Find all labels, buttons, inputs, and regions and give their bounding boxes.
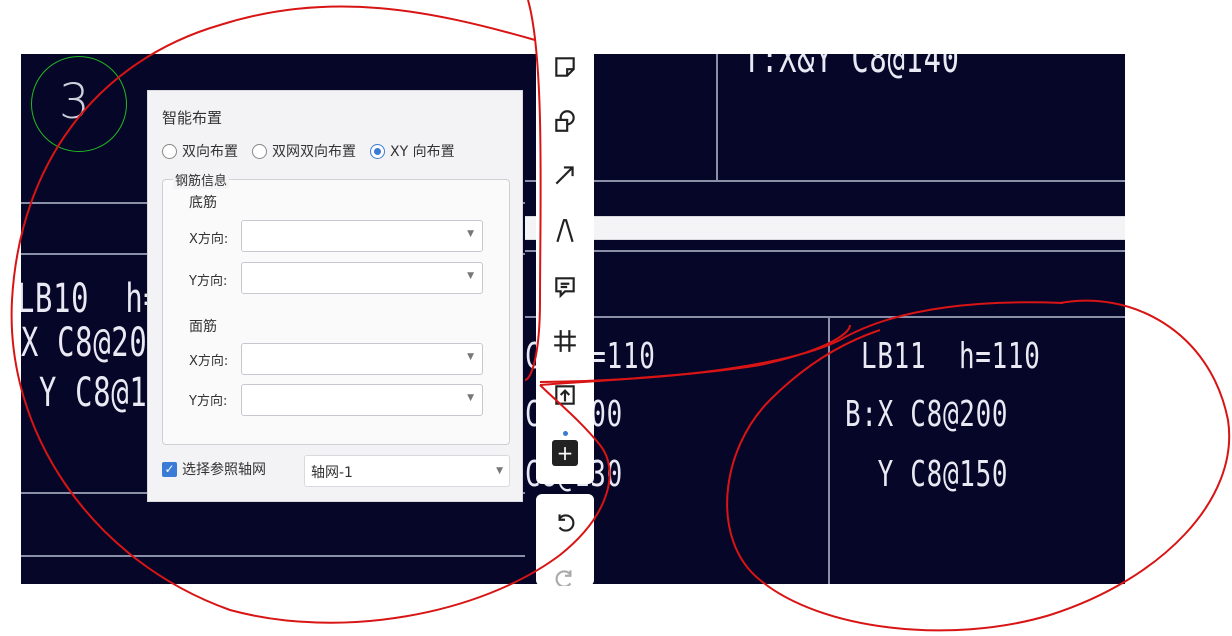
chevron-down-icon: ▼ — [467, 229, 474, 239]
shapes-icon — [555, 110, 575, 132]
checkmark-icon: ✓ — [162, 461, 177, 477]
add-icon: + — [556, 441, 574, 465]
chevron-down-icon: ▼ — [467, 352, 474, 362]
add-tool[interactable]: + — [552, 440, 578, 466]
smart-placement-dialog: 智能布置 双向布置 双网双向布置 XY 向布置 钢筋信息 底筋 X方向: ▼ Y… — [147, 90, 523, 502]
grid-line — [21, 555, 525, 557]
top-x-label: X方向: — [189, 354, 229, 369]
radio-label: 双向布置 — [182, 144, 238, 160]
slab-rebar-y: Y C8@150 — [845, 454, 1009, 495]
slab-rebar-x: X C8@200 — [21, 320, 166, 366]
radio-double-net-two-way[interactable]: 双网双向布置 — [252, 141, 356, 161]
bottom-x-label: X方向: — [189, 232, 229, 247]
undo-icon — [558, 514, 575, 532]
grid-line — [716, 54, 718, 180]
grid-line — [828, 316, 830, 584]
top-y-label: Y方向: — [189, 394, 228, 409]
top-x-select[interactable]: ▼ — [241, 343, 483, 375]
redo-icon — [555, 570, 572, 586]
undo-button[interactable] — [550, 510, 580, 540]
axis-grid-select[interactable]: 轴网-1 ▼ — [304, 455, 510, 487]
bottom-y-label: Y方向: — [189, 274, 228, 289]
arrow-icon — [555, 166, 574, 185]
frame-tool[interactable] — [550, 328, 580, 358]
cad-canvas-right-bottom[interactable]: C h=110 C 200 C8@130 LB11 h=110 B:X C8@2… — [525, 240, 1125, 584]
chevron-down-icon: ▼ — [496, 466, 503, 476]
sticky-note-tool[interactable] — [550, 54, 580, 84]
frame-icon — [554, 330, 576, 352]
redo-button[interactable] — [550, 566, 580, 586]
slab-rebar-x: B:X C8@200 — [845, 394, 1009, 435]
comment-icon — [555, 277, 575, 299]
slab-label: LB11 h=110 — [861, 336, 1041, 377]
bottom-y-select[interactable]: ▼ — [241, 262, 483, 294]
radio-label: 双网双向布置 — [272, 144, 356, 160]
grid-line — [525, 250, 1125, 252]
top-y-select[interactable]: ▼ — [241, 384, 483, 416]
canvas-divider-strip — [525, 216, 1125, 240]
active-indicator-dot — [563, 431, 568, 436]
upload-icon — [555, 385, 575, 405]
radio-xy-direction[interactable]: XY 向布置 — [370, 141, 455, 161]
top-rebar-label: 面筋 — [189, 319, 217, 335]
select-value: 轴网-1 — [311, 465, 353, 481]
upload-tool[interactable] — [550, 382, 580, 412]
grid-line — [525, 180, 1125, 182]
placement-mode-group: 双向布置 双网双向布置 XY 向布置 — [162, 141, 455, 161]
checkbox-label: 选择参照轴网 — [182, 462, 266, 478]
history-toolbar — [536, 494, 594, 586]
pen-icon — [556, 219, 574, 243]
radio-two-way[interactable]: 双向布置 — [162, 141, 238, 161]
group-title: 钢筋信息 — [173, 170, 230, 189]
bottom-rebar-label: 底筋 — [189, 195, 217, 211]
grid-line — [525, 316, 1125, 318]
rebar-info-group: 钢筋信息 底筋 X方向: ▼ Y方向: ▼ 面筋 X方向: ▼ Y方向: ▼ — [162, 170, 510, 445]
arrow-tool[interactable] — [550, 162, 580, 192]
radio-dot — [252, 143, 267, 159]
reference-axis-checkbox[interactable]: ✓ 选择参照轴网 — [162, 459, 266, 479]
shapes-tool[interactable] — [550, 108, 580, 138]
radio-dot — [162, 143, 177, 159]
cad-canvas-right-top[interactable]: T:X&Y C8@140 — [525, 54, 1125, 216]
axis-number: 3 — [59, 74, 90, 130]
radio-label: XY 向布置 — [390, 144, 455, 160]
comment-tool[interactable] — [550, 274, 580, 304]
rebar-text: T:X&Y C8@140 — [743, 54, 960, 82]
radio-dot-selected — [370, 143, 385, 159]
chevron-down-icon: ▼ — [467, 271, 474, 281]
annotation-toolbar: + — [536, 40, 594, 484]
dialog-title: 智能布置 — [162, 109, 223, 127]
pen-tool[interactable] — [550, 218, 580, 248]
chevron-down-icon: ▼ — [467, 393, 474, 403]
bottom-x-select[interactable]: ▼ — [241, 220, 483, 252]
sticky-note-icon — [555, 57, 575, 77]
